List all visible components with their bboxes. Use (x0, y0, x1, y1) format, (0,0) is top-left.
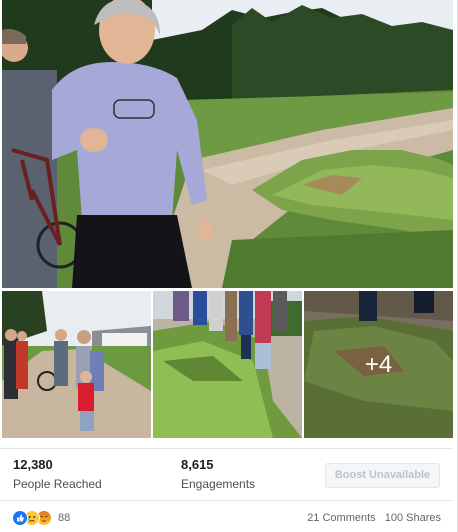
like-icon (12, 510, 28, 526)
photo-thumbnail-2[interactable] (153, 291, 302, 438)
post-footer: 88 21 Comments 100 Shares (0, 500, 453, 532)
engagements-label: Engagements (181, 477, 256, 491)
photo-thumbnail-1[interactable] (2, 291, 151, 438)
more-photos-overlay[interactable]: +4 (304, 291, 453, 438)
reactions-summary[interactable]: 88 (12, 510, 70, 526)
photo-thumbnail-3[interactable]: +4 (304, 291, 453, 438)
shares-link[interactable]: 100 Shares (385, 512, 441, 524)
people-reached-value: 12,380 (13, 457, 53, 472)
main-photo[interactable] (2, 0, 453, 288)
engagements-stat[interactable]: 8,615 Engagements (181, 457, 255, 492)
reaction-count: 88 (58, 512, 71, 524)
comments-link[interactable]: 21 Comments (307, 512, 375, 524)
people-reached-stat[interactable]: 12,380 People Reached (13, 457, 102, 492)
more-photos-count: +4 (364, 350, 393, 378)
comments-shares: 21 Comments 100 Shares (301, 511, 441, 525)
engagements-value: 8,615 (181, 457, 214, 472)
boost-unavailable-button[interactable]: Boost Unavailable (325, 463, 440, 488)
people-reached-label: People Reached (13, 477, 102, 491)
facebook-post-card: +4 12,380 People Reached 8,615 Engagemen… (0, 0, 458, 532)
post-insights: 12,380 People Reached 8,615 Engagements … (0, 448, 453, 498)
